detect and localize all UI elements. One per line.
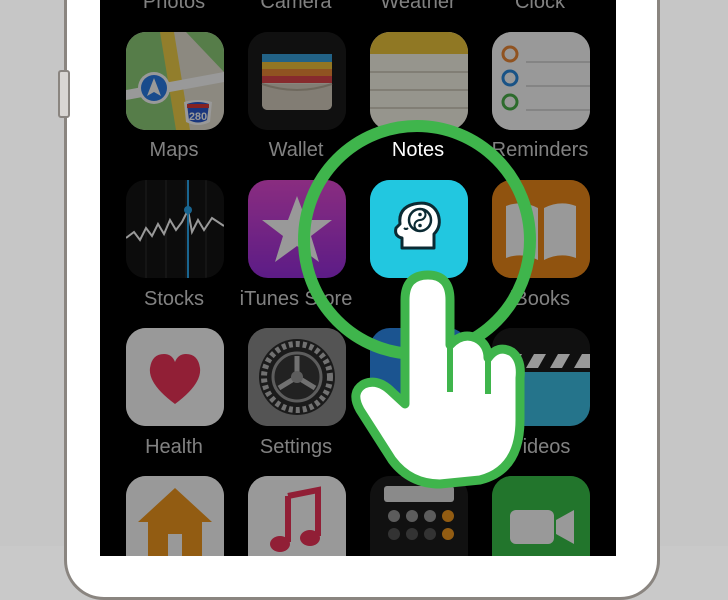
reminders-app-icon[interactable]: [492, 32, 590, 130]
facetime-app-icon[interactable]: [492, 476, 590, 556]
settings-app-icon[interactable]: [248, 328, 346, 426]
app-label-videos[interactable]: Videos: [460, 435, 616, 459]
phone-side-button: [58, 70, 70, 118]
music-app-icon[interactable]: [248, 476, 346, 556]
itunes-store-app-icon[interactable]: [248, 180, 346, 278]
app-label-reminders[interactable]: Reminders: [460, 138, 616, 162]
app-label-ibooks[interactable]: iBooks: [460, 287, 616, 311]
notes-app-icon[interactable]: [370, 32, 468, 130]
home-screen: Photos Camera Weather Clock 280 Maps Wal…: [100, 0, 616, 556]
app-label-clock[interactable]: Clock: [460, 0, 616, 14]
focus-app-icon[interactable]: [370, 180, 468, 278]
videos-app-icon[interactable]: [492, 328, 590, 426]
calculator-app-icon[interactable]: [370, 476, 468, 556]
health-app-icon[interactable]: [126, 328, 224, 426]
stocks-app-icon[interactable]: [126, 180, 224, 278]
ibooks-app-icon[interactable]: [492, 180, 590, 278]
home-app-icon[interactable]: [126, 476, 224, 556]
maps-shield-number: 280: [189, 111, 207, 123]
maps-app-icon[interactable]: 280: [126, 32, 224, 130]
wallet-app-icon[interactable]: [248, 32, 346, 130]
hidden-app-icon[interactable]: [370, 328, 468, 426]
